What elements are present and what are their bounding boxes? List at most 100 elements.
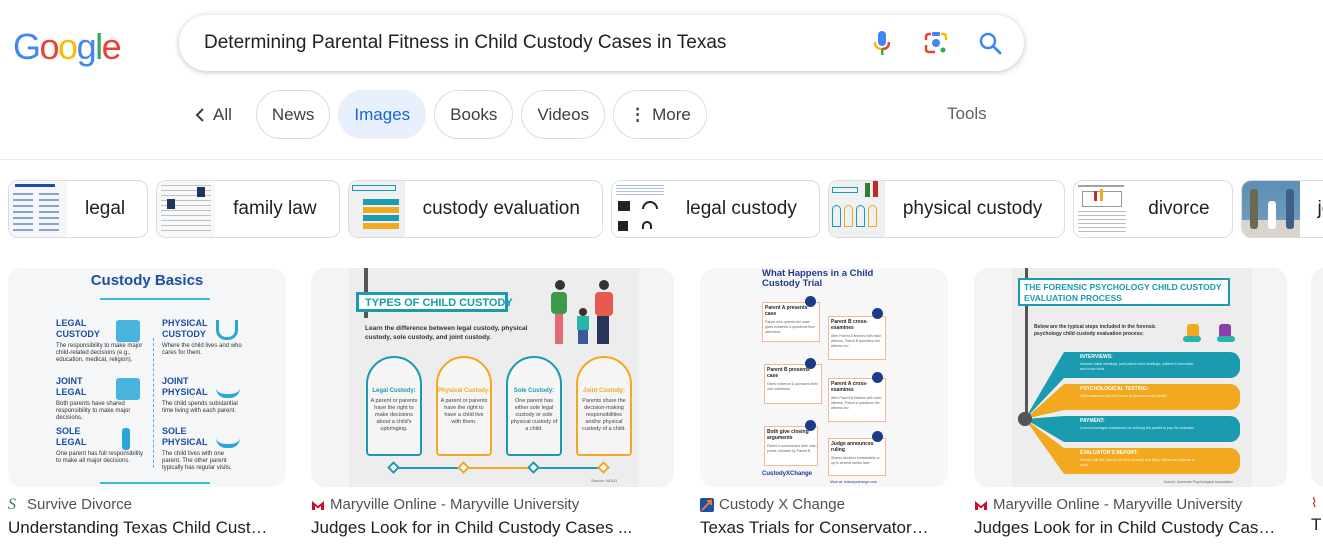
- tab-label: Books: [450, 104, 498, 124]
- search-icon[interactable]: [976, 29, 1004, 57]
- family-icon: [116, 320, 140, 342]
- source-name: Custody X Change: [719, 496, 845, 513]
- icon-circle: [805, 358, 816, 369]
- result-title[interactable]: Understanding Texas Child Cust…: [8, 518, 286, 538]
- chip-thumbnail: [1074, 181, 1131, 237]
- search-actions: [868, 15, 1004, 71]
- google-logo[interactable]: Google: [13, 26, 122, 68]
- tab-books[interactable]: Books: [434, 90, 514, 139]
- result-image[interactable]: TYPES OF CHILD CUSTODY Learn the differe…: [311, 268, 674, 487]
- gavel-icon: [872, 431, 883, 442]
- chip-thumbnail: [9, 181, 67, 237]
- card-title: Sole Custody:: [513, 388, 555, 394]
- source-note: Source: NOLO: [591, 478, 618, 483]
- section-text: The child lives with one parent. The oth…: [162, 451, 232, 471]
- speech-icon: [805, 420, 816, 431]
- chip-thumbnail: [348, 181, 405, 237]
- infographic-heading: What Happens in a Child Custody Trial: [762, 268, 874, 289]
- family-illustration: [547, 280, 627, 348]
- result-source[interactable]: ⌇: [1311, 496, 1323, 510]
- image-result: ⌇ T: [1311, 268, 1323, 535]
- result-title[interactable]: Judges Look for in Child Custody Cases .…: [311, 518, 674, 538]
- logo-letter: o: [58, 26, 78, 67]
- chevron-left-icon: [195, 107, 204, 122]
- microphone-icon[interactable]: [868, 29, 896, 57]
- tab-label: Videos: [537, 104, 590, 124]
- result-source[interactable]: Maryville Online - Maryville University: [974, 496, 1287, 513]
- step-text: Shares decision immediately or up to sev…: [831, 456, 880, 465]
- tab-label: More: [652, 104, 691, 124]
- card-title: Legal Custody:: [372, 388, 416, 394]
- chip-thumbnail: [611, 181, 668, 237]
- card-title: Physical Custody:: [437, 388, 490, 394]
- tab-images[interactable]: Images: [338, 90, 427, 139]
- section-title: PHYSICAL CUSTODY: [162, 318, 208, 339]
- brand-logo: CustodyXChange: [762, 471, 813, 477]
- chip-joint-custody[interactable]: joint cu: [1240, 180, 1323, 238]
- result-source[interactable]: Custody X Change: [700, 496, 948, 513]
- infographic-subheading: Learn the difference between legal custo…: [365, 325, 528, 341]
- source-favicon: ⌇: [1311, 495, 1318, 510]
- result-image[interactable]: What Happens in a Child Custody Trial Pa…: [700, 268, 948, 487]
- search-box: Determining Parental Fitness in Child Cu…: [179, 15, 1024, 71]
- chip-physical-custody[interactable]: physical custody: [827, 180, 1066, 238]
- survive-divorce-favicon: S: [8, 495, 16, 513]
- step-title: Judge announces ruling: [831, 441, 874, 453]
- logo-letter: e: [101, 26, 122, 67]
- tools-button[interactable]: Tools: [947, 104, 987, 124]
- tab-news[interactable]: News: [255, 90, 331, 139]
- tab-more[interactable]: ⋮ More: [613, 90, 707, 139]
- source-name: Maryville Online - Maryville University: [993, 496, 1243, 513]
- tab-videos[interactable]: Videos: [521, 90, 606, 139]
- logo-letter: g: [76, 26, 97, 67]
- result-image[interactable]: Custody Basics LEGAL CUSTODY The respons…: [8, 268, 286, 487]
- chip-label: legal custody: [685, 198, 797, 219]
- chip-thumbnail: [1241, 181, 1300, 237]
- infographic-footer: More at: custodyxchange.com: [830, 480, 877, 484]
- hand-icon: [216, 430, 240, 448]
- custody-x-change-favicon: [700, 497, 714, 512]
- result-title[interactable]: Judges Look for in Child Custody Cas…: [974, 518, 1287, 538]
- google-lens-icon[interactable]: [922, 29, 950, 57]
- tab-label: Images: [354, 104, 411, 124]
- hand-icon: [216, 380, 240, 398]
- result-image[interactable]: [1311, 268, 1323, 487]
- result-title[interactable]: Texas Trials for Conservator…: [700, 518, 948, 538]
- image-result: What Happens in a Child Custody Trial Pa…: [700, 268, 948, 538]
- tab-all-label: All: [213, 104, 232, 124]
- chip-thumbnail: [828, 181, 885, 237]
- result-source[interactable]: Maryville Online - Maryville University: [311, 496, 674, 513]
- step-text: Gives evidence & questions their own wit…: [767, 382, 818, 391]
- infographic-heading: TYPES OF CHILD CUSTODY: [356, 292, 513, 312]
- source-note: Source: American Psychological Associati…: [1164, 480, 1233, 484]
- result-source[interactable]: S Survive Divorce: [8, 496, 286, 513]
- infographic-underline: [100, 298, 210, 300]
- chip-label: joint cu: [1317, 198, 1323, 219]
- logo-letter: o: [39, 26, 60, 67]
- maryville-favicon: [975, 500, 987, 510]
- image-result: Custody Basics LEGAL CUSTODY The respons…: [8, 268, 286, 538]
- step-title: Parent B cross-examines: [831, 319, 868, 331]
- image-result: TYPES OF CHILD CUSTODY Learn the differe…: [311, 268, 674, 538]
- chip-family-law[interactable]: family law: [156, 180, 340, 238]
- card-text: A parent or parents have the right to ha…: [440, 398, 488, 425]
- infographic-divider: [153, 338, 154, 468]
- person-icon: [122, 428, 130, 450]
- result-title[interactable]: T: [1311, 515, 1323, 535]
- chip-divorce[interactable]: divorce: [1073, 180, 1233, 238]
- question-icon: [872, 308, 883, 319]
- card-text: A parent or parents have the right to ma…: [370, 398, 418, 432]
- card-text: One parent has either sole legal custody…: [510, 398, 558, 432]
- chip-legal-custody[interactable]: legal custody: [610, 180, 820, 238]
- family-icon: [116, 378, 140, 400]
- step-text: After Parent B finishes with each witnes…: [831, 396, 882, 410]
- step-text: Parent A summarizes their main points, f…: [767, 444, 817, 453]
- chip-custody-evaluation[interactable]: custody evaluation: [347, 180, 603, 238]
- search-input[interactable]: Determining Parental Fitness in Child Cu…: [204, 15, 864, 71]
- result-image[interactable]: THE FORENSIC PSYCHOLOGY CHILD CUSTODY EV…: [974, 268, 1287, 487]
- chip-legal[interactable]: legal: [8, 180, 149, 238]
- tab-all[interactable]: All: [195, 105, 232, 125]
- section-text: The responsibility to make major child-r…: [56, 343, 143, 363]
- maryville-favicon: [312, 500, 324, 510]
- header-divider: [0, 159, 1323, 160]
